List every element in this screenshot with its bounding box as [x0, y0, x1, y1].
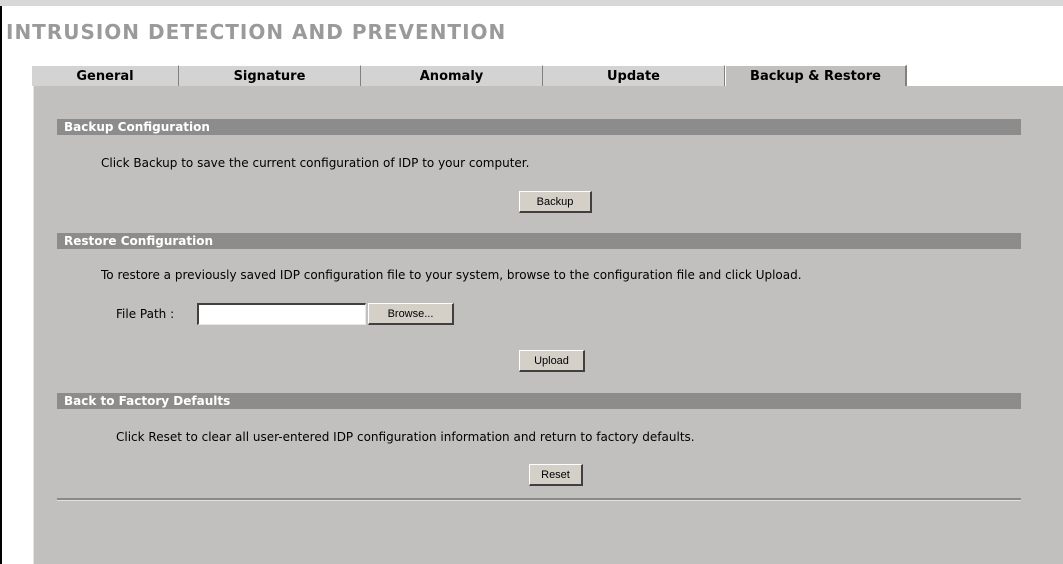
backup-section-header: Backup Configuration [57, 119, 1021, 135]
factory-description: Click Reset to clear all user-entered ID… [116, 430, 695, 444]
tab-backup-restore[interactable]: Backup & Restore [725, 65, 907, 86]
backup-description: Click Backup to save the current configu… [101, 156, 530, 170]
tab-bar: General Signature Anomaly Update Backup … [32, 65, 907, 86]
tab-update[interactable]: Update [543, 65, 725, 86]
backup-button[interactable]: Backup [519, 191, 592, 213]
restore-section-header: Restore Configuration [57, 233, 1021, 249]
page-title: INTRUSION DETECTION AND PREVENTION [6, 20, 507, 44]
restore-description: To restore a previously saved IDP config… [101, 268, 802, 282]
file-path-input[interactable] [197, 303, 366, 325]
top-strip [0, 0, 1063, 6]
tab-general[interactable]: General [32, 65, 179, 86]
reset-button[interactable]: Reset [529, 464, 583, 486]
factory-section-header: Back to Factory Defaults [57, 393, 1021, 409]
divider [57, 498, 1021, 501]
left-border [0, 6, 2, 564]
tab-signature[interactable]: Signature [179, 65, 361, 86]
browse-button[interactable]: Browse... [368, 303, 454, 325]
tab-anomaly[interactable]: Anomaly [361, 65, 543, 86]
upload-button[interactable]: Upload [519, 350, 585, 372]
file-path-label: File Path : [116, 307, 175, 321]
